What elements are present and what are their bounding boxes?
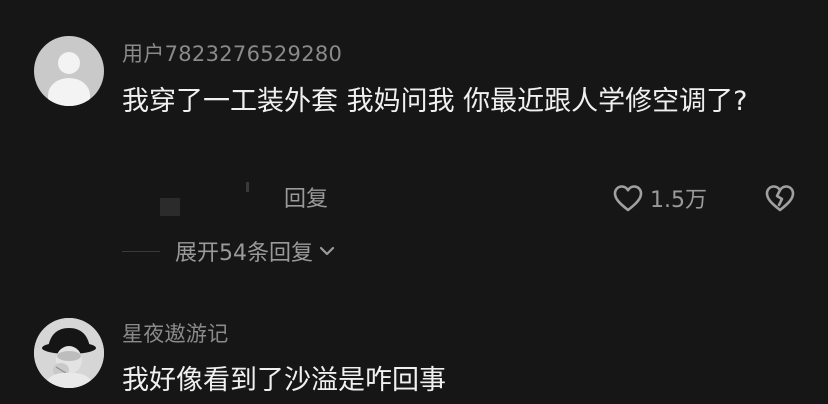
reply-button[interactable]: 回复 xyxy=(284,181,328,213)
comment-item: 用户7823276529280 我穿了一工装外套 我妈问我 你最近跟人学修空调了… xyxy=(0,0,828,290)
broken-heart-icon xyxy=(765,185,795,212)
expand-replies-button[interactable]: 展开54条回复 xyxy=(175,235,335,267)
comment-item: 星夜遨游记 我好像看到了沙溢是咋回事 xyxy=(0,300,828,404)
like-count: 1.5万 xyxy=(650,188,707,213)
like-button[interactable]: 1.5万 xyxy=(612,178,707,218)
comment-text: 我好像看到了沙溢是咋回事 xyxy=(122,365,446,396)
comment-actions: 回复 1.5万 xyxy=(0,176,828,220)
divider xyxy=(122,251,160,252)
timestamp-blur xyxy=(160,198,180,216)
dislike-button[interactable] xyxy=(760,178,800,218)
chevron-down-icon xyxy=(319,246,335,256)
avatar[interactable] xyxy=(34,36,104,106)
default-user-avatar-icon xyxy=(58,52,80,74)
comment-text: 我穿了一工装外套 我妈问我 你最近跟人学修空调了? xyxy=(122,86,748,117)
expand-replies-label: 展开54条回复 xyxy=(175,241,313,266)
expand-replies-row: 展开54条回复 xyxy=(0,228,828,272)
comment-username[interactable]: 星夜遨游记 xyxy=(122,318,229,348)
heart-outline-icon xyxy=(613,185,643,212)
user-photo-avatar xyxy=(34,318,104,388)
comment-username[interactable]: 用户7823276529280 xyxy=(122,38,342,68)
avatar[interactable] xyxy=(34,318,104,388)
